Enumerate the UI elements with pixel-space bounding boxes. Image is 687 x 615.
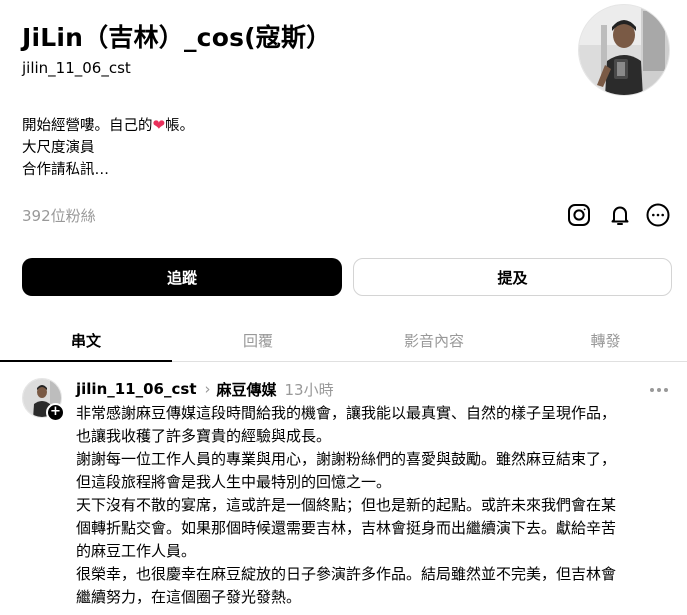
post-header: jilin_11_06_cst › 麻豆傳媒 13小時 <box>76 378 334 400</box>
heart-icon: ❤ <box>152 116 166 134</box>
bio-line-2: 大尺度演員 <box>22 140 95 156</box>
bio-text: 開始經營嘍。自己的 <box>22 118 153 134</box>
mention-button[interactable]: 提及 <box>353 258 672 296</box>
post-timestamp: 13小時 <box>284 380 334 399</box>
profile-name: JiLin（吉林）_cos(寇斯） <box>22 23 332 52</box>
post-line: 謝謝每一位工作人員的專業與用心，謝謝粉絲們的喜愛與鼓勵。雖然麻豆結束了， <box>76 450 617 468</box>
post-line: 個轉折點交會。如果那個時候還需要吉林，吉林會挺身而出繼續演下去。獻給辛苦 <box>76 519 617 537</box>
bio-line-3: 合作請私訊… <box>22 162 109 178</box>
post-line: 但這段旅程將會是我人生中最特別的回憶之一。 <box>76 473 392 491</box>
post-community[interactable]: 麻豆傳媒 <box>216 379 276 400</box>
post-line: 很榮幸，也很慶幸在麻豆綻放的日子參演許多作品。結局雖然並不完美，但吉林會 <box>76 565 617 583</box>
bio-text: 帳。 <box>165 118 195 134</box>
post-line: 非常感謝麻豆傳媒這段時間給我的機會，讓我能以最真實、自然的樣子呈現作品， <box>76 404 617 422</box>
more-circle-icon[interactable] <box>645 202 671 228</box>
tab-media[interactable]: 影音內容 <box>344 318 524 362</box>
post-username[interactable]: jilin_11_06_cst <box>76 380 196 398</box>
bio-line-1: 開始經營嘍。自己的❤帳。 <box>22 114 194 137</box>
tab-replies[interactable]: 回覆 <box>172 318 344 362</box>
tab-threads[interactable]: 串文 <box>0 318 172 362</box>
profile-handle[interactable]: jilin_11_06_cst <box>22 59 131 77</box>
profile-avatar[interactable] <box>578 4 670 96</box>
instagram-icon[interactable] <box>566 202 592 228</box>
follow-button[interactable]: 追蹤 <box>22 258 342 296</box>
follow-plus-icon[interactable]: + <box>46 403 65 422</box>
tab-reposts[interactable]: 轉發 <box>524 318 687 362</box>
post-line: 也讓我收穫了許多寶貴的經驗與成長。 <box>76 427 332 445</box>
followers-count[interactable]: 392位粉絲 <box>22 205 96 226</box>
post-line: 天下沒有不散的宴席，這或許是一個終點；但也是新的起點。或許未來我們會在某 <box>76 496 617 514</box>
profile-bio: 開始經營嘍。自己的❤帳。 大尺度演員 合作請私訊… <box>22 114 194 181</box>
thread-post[interactable]: + jilin_11_06_cst › 麻豆傳媒 13小時 非常感謝麻豆傳媒這段… <box>0 362 687 615</box>
profile-tabs: 串文 回覆 影音內容 轉發 <box>0 318 687 362</box>
chevron-right-icon: › <box>204 380 211 398</box>
bell-icon[interactable] <box>607 202 633 228</box>
post-line: 的麻豆工作人員。 <box>76 542 197 560</box>
post-body: 非常感謝麻豆傳媒這段時間給我的機會，讓我能以最真實、自然的樣子呈現作品， 也讓我… <box>76 402 676 609</box>
avatar-photo <box>579 5 669 95</box>
post-more-icon[interactable] <box>650 388 668 392</box>
post-line: 繼續努力，在這個圈子發光發熱。 <box>76 588 302 606</box>
